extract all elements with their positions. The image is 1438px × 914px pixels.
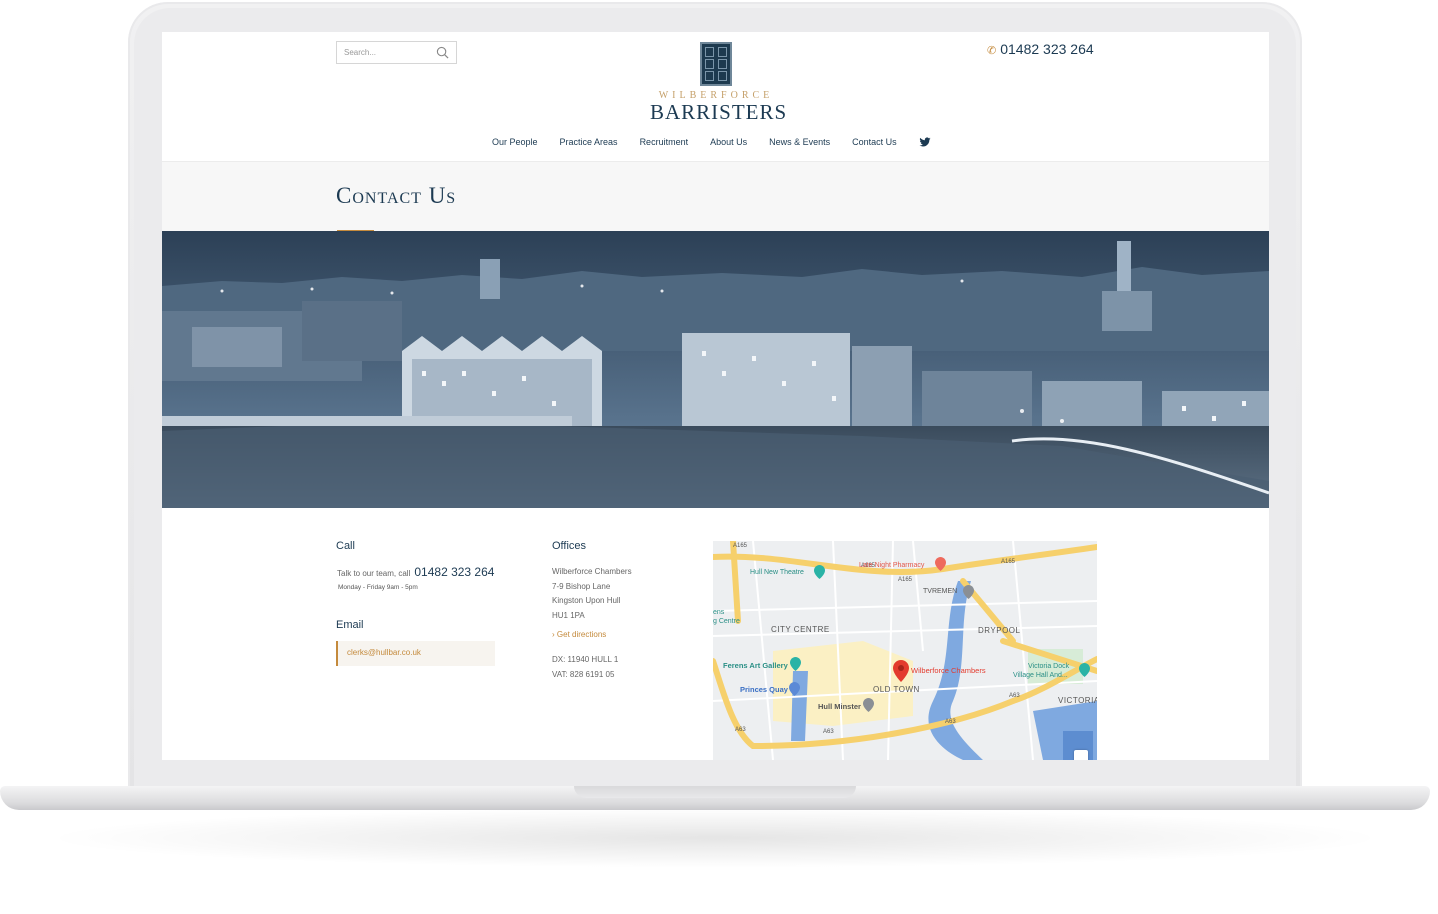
address-line: 7-9 Bishop Lane bbox=[552, 581, 611, 591]
hero-city-night-image bbox=[162, 231, 1269, 508]
site-logo[interactable]: WILBERFORCE BARRISTERS bbox=[650, 40, 788, 124]
map-area-label: CITY CENTRE bbox=[771, 625, 830, 634]
map-area-label: DRYPOOL bbox=[978, 626, 1021, 635]
map-pin-icon[interactable] bbox=[893, 660, 909, 682]
call-number[interactable]: 01482 323 264 bbox=[414, 565, 494, 579]
logo-wordmark-main: BARRISTERS bbox=[650, 100, 788, 124]
address-line: Kingston Upon Hull bbox=[552, 596, 621, 606]
header-phone[interactable]: ✆ 01482 323 264 bbox=[987, 41, 1094, 57]
map-place-label: Wilberforce Chambers bbox=[911, 666, 986, 675]
email-heading: Email bbox=[336, 619, 364, 631]
door-pane bbox=[705, 47, 714, 57]
address-line: Wilberforce Chambers bbox=[552, 567, 632, 576]
nav-practice-areas[interactable]: Practice Areas bbox=[560, 135, 618, 149]
website-screen: WILBERFORCE BARRISTERS ✆01482 323 264 Ou… bbox=[162, 32, 1269, 760]
chevron-right-icon: › bbox=[552, 630, 555, 639]
map-place-label: g Centre bbox=[713, 618, 740, 625]
call-line: Talk to our team, call 01482 323 264 bbox=[337, 565, 494, 579]
main-nav: Our People Practice Areas Recruitment Ab… bbox=[492, 135, 931, 149]
road-label: A165 bbox=[898, 577, 913, 583]
phone-icon: ✆ bbox=[987, 45, 997, 57]
laptop-shadow bbox=[40, 808, 1390, 868]
map-place-label: Princes Quay bbox=[740, 685, 788, 694]
map-place-label: Hull New Theatre bbox=[750, 569, 804, 576]
get-directions-link[interactable]: › Get directions bbox=[552, 630, 606, 639]
page-title: Contact Us bbox=[336, 183, 457, 208]
search-icon[interactable] bbox=[436, 46, 449, 59]
map-place-label: Late Night Pharmacy bbox=[859, 562, 925, 569]
shopping-marker-icon[interactable] bbox=[789, 682, 800, 696]
email-link[interactable]: clerks@hullbar.co.uk bbox=[347, 648, 421, 657]
gallery-marker-icon[interactable] bbox=[790, 657, 801, 671]
door-logo-icon bbox=[700, 42, 732, 86]
church-marker-icon[interactable] bbox=[863, 698, 874, 712]
nav-contact-us[interactable]: Contact Us bbox=[852, 135, 897, 149]
door-pane bbox=[705, 59, 714, 69]
road-label: A63 bbox=[1009, 693, 1020, 699]
offices-heading: Offices bbox=[552, 540, 587, 552]
call-heading: Call bbox=[336, 540, 355, 552]
nav-our-people[interactable]: Our People bbox=[492, 135, 538, 149]
map-area-label: OLD TOWN bbox=[873, 685, 920, 694]
map-area-label: VICTORIA bbox=[1058, 696, 1097, 705]
road-label: A165 bbox=[1001, 559, 1016, 565]
address-line: HU1 1PA bbox=[552, 611, 585, 621]
office-registration: DX: 11940 HULL 1 VAT: 828 6191 05 bbox=[552, 653, 618, 682]
page-title-band: Contact Us bbox=[162, 161, 1269, 233]
road-label: A63 bbox=[735, 727, 746, 733]
nav-recruitment[interactable]: Recruitment bbox=[640, 135, 689, 149]
map-area-label: TVREMEN bbox=[923, 588, 958, 595]
header-phone-number[interactable]: 01482 323 264 bbox=[1000, 41, 1093, 57]
search-input[interactable] bbox=[344, 45, 432, 60]
nav-news-events[interactable]: News & Events bbox=[769, 135, 830, 149]
place-marker-icon[interactable] bbox=[963, 585, 974, 599]
twitter-icon[interactable] bbox=[919, 136, 931, 148]
door-pane bbox=[718, 71, 727, 81]
laptop-notch bbox=[574, 786, 856, 798]
call-intro: Talk to our team, call bbox=[337, 569, 411, 578]
nav-about-us[interactable]: About Us bbox=[710, 135, 747, 149]
opening-hours: Monday - Friday 9am - 5pm bbox=[338, 584, 418, 591]
road-label: A63 bbox=[945, 719, 956, 725]
door-pane bbox=[705, 71, 714, 81]
google-map[interactable]: A165 A165 A165 A165 Hull New Theatre Lat… bbox=[713, 541, 1097, 760]
email-box[interactable]: clerks@hullbar.co.uk bbox=[336, 641, 495, 666]
road-label: A63 bbox=[823, 729, 834, 735]
map-place-label: Hull Minster bbox=[818, 702, 861, 711]
office-address: Wilberforce Chambers 7-9 Bishop Lane Kin… bbox=[552, 565, 632, 624]
village-hall-marker-icon[interactable] bbox=[1079, 663, 1090, 677]
map-control-button[interactable] bbox=[1074, 750, 1088, 760]
map-place-label: Victoria Dock bbox=[1028, 663, 1070, 670]
road-label: A165 bbox=[733, 543, 748, 549]
door-pane bbox=[718, 59, 727, 69]
vat-number: VAT: 828 6191 05 bbox=[552, 669, 615, 679]
map-place-label: Village Hall And... bbox=[1013, 672, 1068, 679]
get-directions-label[interactable]: Get directions bbox=[557, 630, 606, 639]
dx-number: DX: 11940 HULL 1 bbox=[552, 655, 619, 664]
door-pane bbox=[718, 47, 727, 57]
search-box[interactable] bbox=[336, 41, 457, 64]
map-place-label: Ferens Art Gallery bbox=[723, 661, 788, 670]
theatre-marker-icon[interactable] bbox=[814, 565, 825, 579]
pharmacy-marker-icon[interactable] bbox=[935, 557, 946, 571]
map-place-label: ens bbox=[713, 609, 725, 616]
